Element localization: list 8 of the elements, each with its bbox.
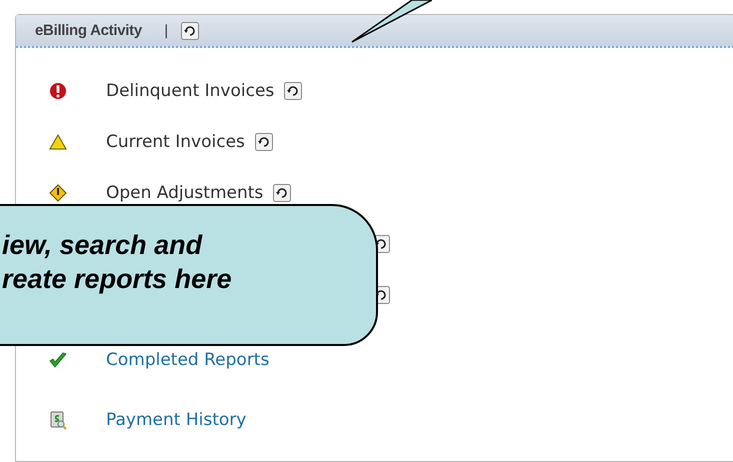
report-link[interactable]: Completed Reports [106, 350, 270, 370]
callout-text: iew, search and reate reports here [2, 229, 233, 296]
item-label: Open Adjustments [106, 182, 264, 202]
report-link[interactable]: Payment History [106, 410, 246, 430]
item-label: Delinquent Invoices [106, 80, 274, 100]
item-label: Current Invoices [106, 132, 245, 152]
panel-title: eBilling Activity [35, 22, 142, 39]
separator: | [164, 22, 169, 38]
